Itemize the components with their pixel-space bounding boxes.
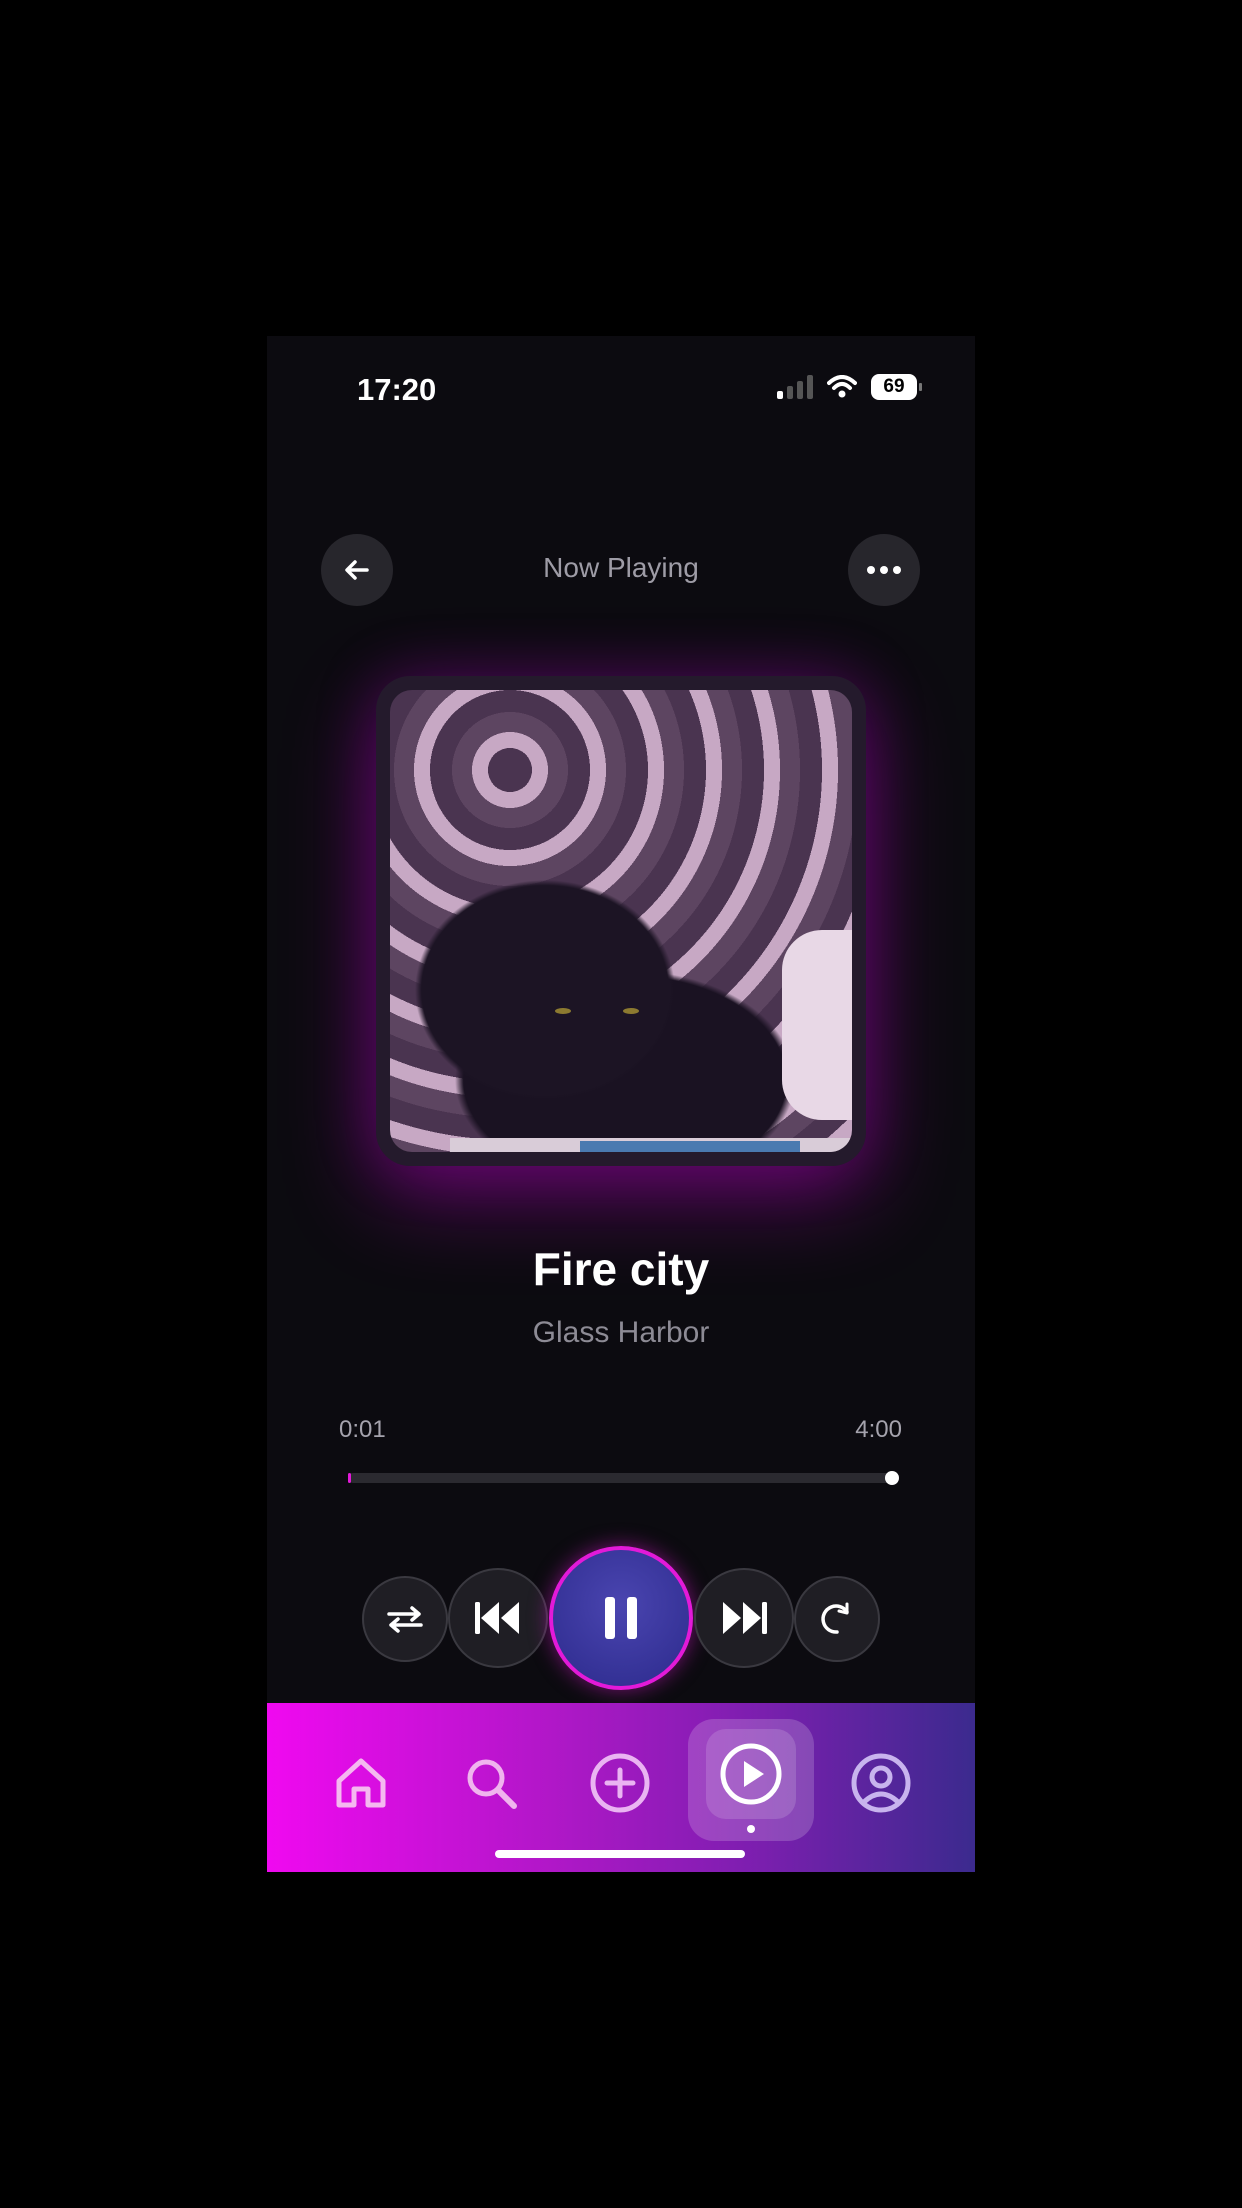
skip-back-icon <box>475 1602 519 1634</box>
album-art-frame <box>376 676 866 1166</box>
track-artist: Glass Harbor <box>532 1316 710 1349</box>
total-time: 4:00 <box>855 1416 902 1443</box>
tab-bar <box>267 1703 975 1872</box>
repeat-button[interactable] <box>794 1576 880 1662</box>
add-circle-icon <box>590 1753 650 1813</box>
progress-slider[interactable] <box>348 1471 899 1485</box>
tab-now-playing[interactable] <box>688 1719 814 1841</box>
previous-track-button[interactable] <box>448 1568 548 1668</box>
shuffle-icon <box>387 1606 423 1633</box>
now-playing-screen: 17:20 69 Now Playing Fire city Glass Har… <box>267 336 975 1872</box>
album-art-image <box>390 690 852 1152</box>
cellular-signal-icon <box>777 375 813 399</box>
tab-search[interactable] <box>451 1743 531 1823</box>
tab-now-playing-highlight <box>706 1729 796 1819</box>
play-pause-button[interactable] <box>549 1546 693 1690</box>
active-tab-dot <box>747 1825 755 1833</box>
more-horizontal-icon <box>867 566 901 574</box>
shuffle-button[interactable] <box>362 1576 448 1662</box>
status-icons: 69 <box>777 374 922 400</box>
home-icon <box>336 1758 386 1808</box>
pause-icon <box>605 1597 637 1639</box>
track-title: Fire city <box>532 1243 710 1295</box>
profile-icon <box>851 1753 911 1813</box>
progress-knob[interactable] <box>885 1471 899 1485</box>
progress-fill <box>348 1473 352 1483</box>
play-circle-icon <box>720 1743 782 1805</box>
tab-profile[interactable] <box>841 1743 921 1823</box>
wifi-icon <box>827 375 857 398</box>
search-icon <box>467 1759 517 1809</box>
home-indicator <box>495 1850 745 1858</box>
tab-home[interactable] <box>321 1743 401 1823</box>
battery-icon: 69 <box>871 374 922 400</box>
tab-add[interactable] <box>580 1743 660 1823</box>
skip-forward-icon <box>723 1602 767 1634</box>
repeat-icon <box>821 1602 849 1634</box>
more-options-button[interactable] <box>848 534 920 606</box>
elapsed-time: 0:01 <box>339 1416 386 1443</box>
status-time: 17:20 <box>357 372 437 407</box>
next-track-button[interactable] <box>694 1568 794 1668</box>
